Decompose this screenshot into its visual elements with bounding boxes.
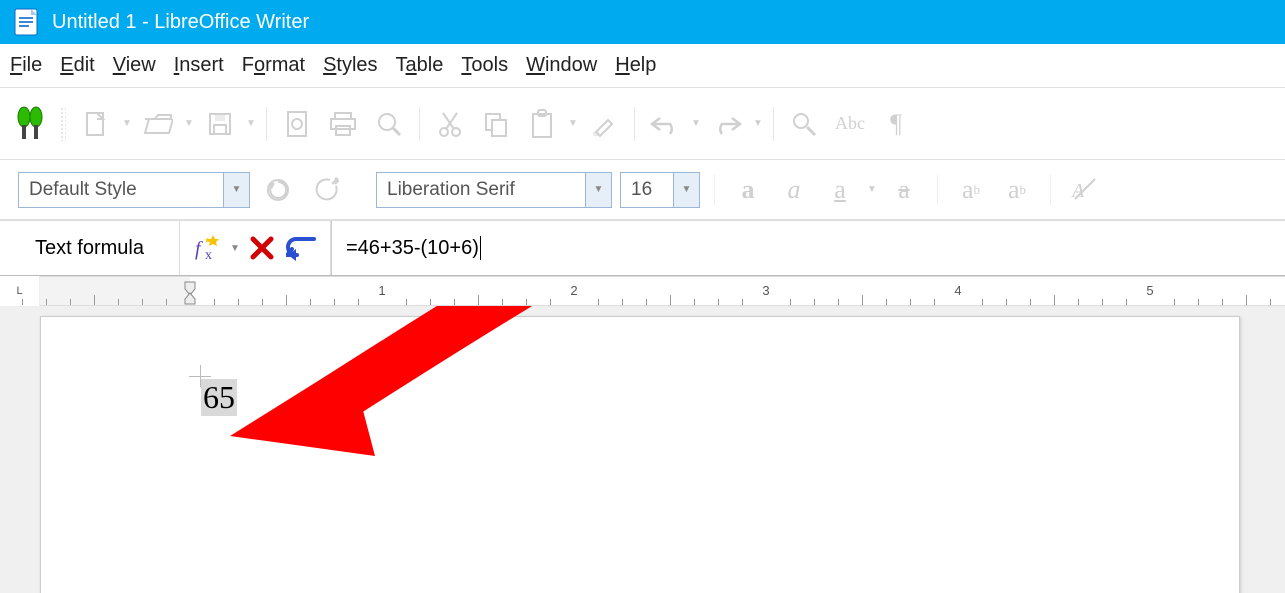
accept-icon[interactable] bbox=[284, 230, 320, 266]
dropdown-arrow-icon[interactable]: ▼ bbox=[753, 118, 763, 129]
svg-text:x: x bbox=[205, 248, 212, 263]
formula-result[interactable]: 65 bbox=[201, 379, 237, 416]
formula-input-value: =46+35-(10+6) bbox=[346, 237, 479, 260]
strikethrough-icon[interactable]: a bbox=[885, 171, 923, 209]
menu-file[interactable]: File bbox=[10, 54, 42, 77]
text-caret bbox=[480, 236, 481, 260]
separator bbox=[266, 107, 267, 141]
menu-view[interactable]: View bbox=[113, 54, 156, 77]
dropdown-arrow-icon[interactable]: ▼ bbox=[568, 118, 578, 129]
italic-icon[interactable]: a bbox=[775, 171, 813, 209]
font-size-value: 16 bbox=[621, 179, 662, 201]
print-preview-icon[interactable] bbox=[369, 104, 409, 144]
menu-table[interactable]: Table bbox=[396, 54, 444, 77]
function-wizard-icon[interactable]: f x bbox=[190, 230, 226, 266]
separator bbox=[1050, 175, 1051, 205]
print-icon[interactable] bbox=[323, 104, 363, 144]
bold-icon[interactable]: a bbox=[729, 171, 767, 209]
paste-icon[interactable] bbox=[522, 104, 562, 144]
menu-window[interactable]: Window bbox=[526, 54, 597, 77]
separator bbox=[773, 107, 774, 141]
clear-formatting-icon[interactable]: A bbox=[1065, 171, 1103, 209]
dropdown-arrow-icon[interactable]: ▼ bbox=[122, 118, 132, 129]
menu-tools[interactable]: Tools bbox=[461, 54, 508, 77]
find-icon[interactable] bbox=[10, 104, 50, 144]
superscript-icon[interactable]: ab bbox=[952, 171, 990, 209]
dropdown-arrow-icon[interactable]: ▼ bbox=[230, 243, 240, 254]
export-pdf-icon[interactable] bbox=[277, 104, 317, 144]
dropdown-arrow-icon[interactable]: ▼ bbox=[246, 118, 256, 129]
update-style-icon[interactable] bbox=[258, 170, 298, 210]
cancel-icon[interactable] bbox=[244, 230, 280, 266]
formula-input[interactable]: =46+35-(10+6) bbox=[331, 221, 1285, 275]
horizontal-ruler[interactable]: 12345 bbox=[40, 276, 1285, 306]
separator bbox=[714, 175, 715, 205]
separator bbox=[419, 107, 420, 141]
font-size-combo[interactable]: 16 ▼ bbox=[620, 172, 700, 208]
copy-icon[interactable] bbox=[476, 104, 516, 144]
standard-toolbar: ▼ ▼ ▼ ▼ ▼ ▼ Abc ¶ bbox=[0, 88, 1285, 160]
app-icon bbox=[14, 8, 38, 36]
spellcheck-icon[interactable]: Abc bbox=[830, 104, 870, 144]
chevron-down-icon[interactable]: ▼ bbox=[585, 173, 611, 207]
undo-icon[interactable] bbox=[645, 104, 685, 144]
formatting-marks-icon[interactable]: ¶ bbox=[876, 104, 916, 144]
separator bbox=[937, 175, 938, 205]
window-titlebar: Untitled 1 - LibreOffice Writer bbox=[0, 0, 1285, 44]
document-area: 65 bbox=[0, 306, 1285, 593]
paragraph-style-combo[interactable]: Default Style ▼ bbox=[18, 172, 250, 208]
menu-bar: File Edit View Insert Format Styles Tabl… bbox=[0, 44, 1285, 88]
svg-text:f: f bbox=[195, 238, 203, 260]
separator bbox=[60, 107, 66, 141]
chevron-down-icon[interactable]: ▼ bbox=[673, 173, 699, 207]
menu-help[interactable]: Help bbox=[615, 54, 656, 77]
paragraph-style-value: Default Style bbox=[19, 179, 147, 201]
menu-format[interactable]: Format bbox=[242, 54, 305, 77]
find-replace-icon[interactable] bbox=[784, 104, 824, 144]
menu-insert[interactable]: Insert bbox=[174, 54, 224, 77]
chevron-down-icon[interactable]: ▼ bbox=[223, 173, 249, 207]
dropdown-arrow-icon[interactable]: ▼ bbox=[867, 184, 877, 195]
dropdown-arrow-icon[interactable]: ▼ bbox=[691, 118, 701, 129]
save-icon[interactable] bbox=[200, 104, 240, 144]
formula-bar: Text formula f x ▼ =46+35-(10+6) bbox=[0, 220, 1285, 276]
separator bbox=[634, 107, 635, 141]
formula-bar-label: Text formula bbox=[0, 221, 180, 275]
document-page[interactable]: 65 bbox=[40, 316, 1240, 593]
redo-icon[interactable] bbox=[707, 104, 747, 144]
format-paintbrush-icon[interactable] bbox=[584, 104, 624, 144]
formula-toolbar: f x ▼ bbox=[180, 221, 331, 275]
dropdown-arrow-icon[interactable]: ▼ bbox=[184, 118, 194, 129]
font-name-value: Liberation Serif bbox=[377, 179, 525, 201]
formatting-toolbar: Default Style ▼ Liberation Serif ▼ 16 ▼ … bbox=[0, 160, 1285, 220]
subscript-icon[interactable]: ab bbox=[998, 171, 1036, 209]
window-title: Untitled 1 - LibreOffice Writer bbox=[52, 11, 309, 34]
ruler: L 12345 bbox=[0, 276, 1285, 306]
new-document-icon[interactable] bbox=[76, 104, 116, 144]
open-icon[interactable] bbox=[138, 104, 178, 144]
menu-styles[interactable]: Styles bbox=[323, 54, 377, 77]
cut-icon[interactable] bbox=[430, 104, 470, 144]
ruler-corner: L bbox=[0, 276, 40, 306]
underline-icon[interactable]: a bbox=[821, 171, 859, 209]
menu-edit[interactable]: Edit bbox=[60, 54, 94, 77]
font-name-combo[interactable]: Liberation Serif ▼ bbox=[376, 172, 612, 208]
new-style-icon[interactable] bbox=[306, 170, 346, 210]
